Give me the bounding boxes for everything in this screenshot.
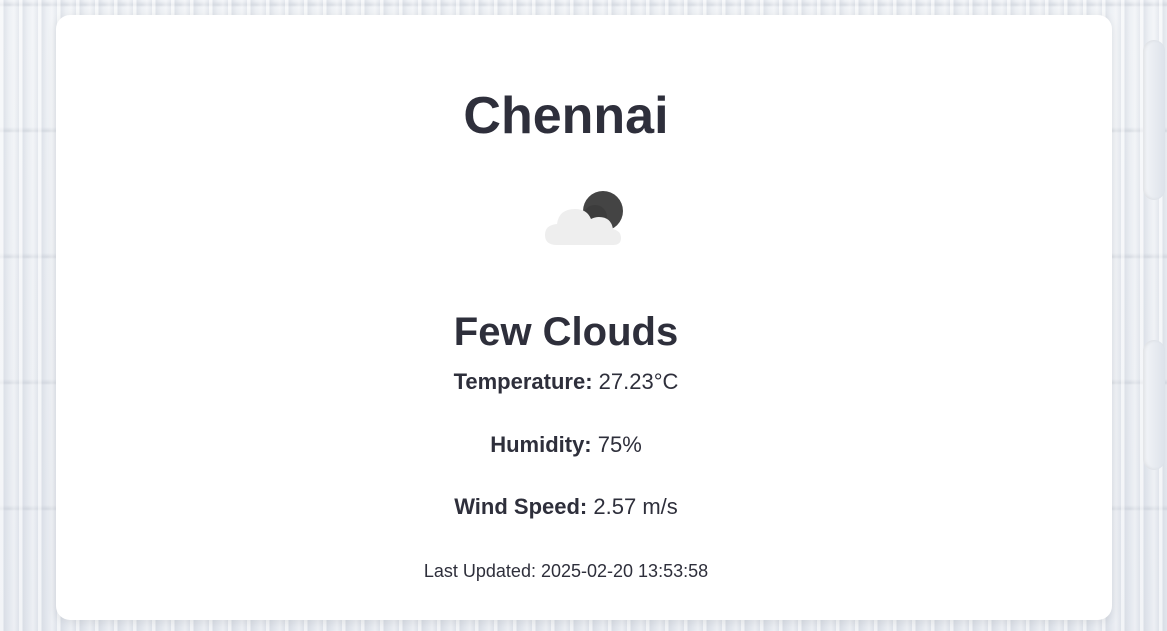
few-clouds-night-icon <box>543 189 627 249</box>
background-plank <box>1143 40 1165 200</box>
wind-speed-value: 2.57 m/s <box>593 494 678 519</box>
temperature-row: Temperature: 27.23°C <box>56 369 1076 395</box>
page-background: { "weather": { "city": "Chennai", "icon"… <box>0 0 1167 631</box>
background-plank <box>1143 340 1165 470</box>
wind-speed-label: Wind Speed: <box>454 494 588 519</box>
weather-card: Chennai Few Clouds Temperature: 27.23°C … <box>56 15 1112 620</box>
temperature-label: Temperature: <box>453 369 593 394</box>
last-updated-value: 2025-02-20 13:53:58 <box>540 561 709 581</box>
weather-condition: Few Clouds <box>453 310 679 354</box>
temperature-value: 27.23°C <box>598 369 679 394</box>
city-name: Chennai <box>463 87 669 145</box>
wind-speed-row: Wind Speed: 2.57 m/s <box>56 494 1076 520</box>
last-updated-label: Last Updated: <box>423 561 536 581</box>
last-updated: Last Updated: 2025-02-20 13:53:58 <box>56 561 1076 583</box>
humidity-row: Humidity: 75% <box>56 432 1076 458</box>
humidity-value: 75% <box>597 432 642 457</box>
humidity-label: Humidity: <box>490 432 592 457</box>
